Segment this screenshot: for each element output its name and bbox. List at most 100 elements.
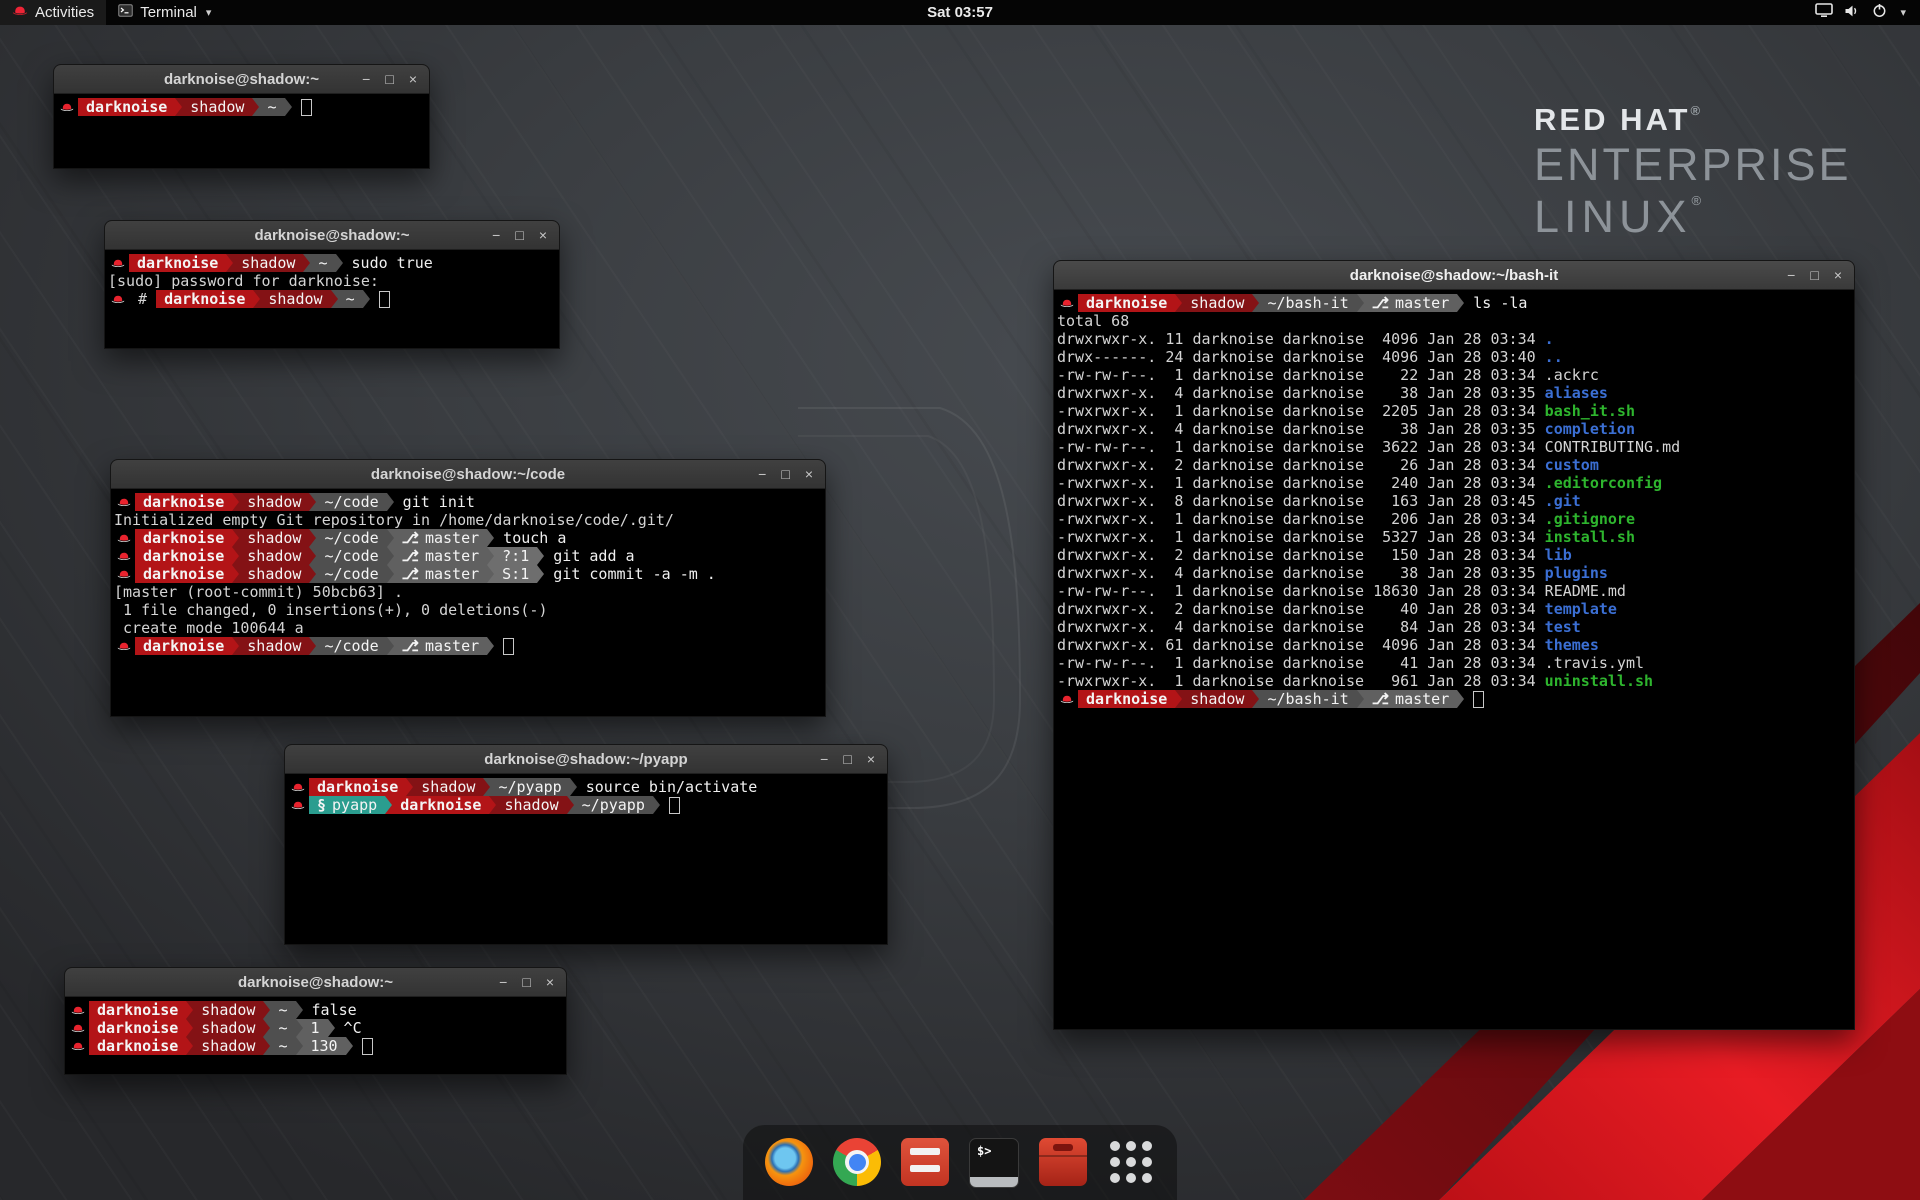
terminal-line: drwxrwxr-x. 4 darknoise darknoise 38 Jan… — [1057, 384, 1852, 402]
terminal-prompt-glyph: $> — [977, 1144, 991, 1158]
prompt-segment-host: shadow — [239, 529, 309, 547]
terminal-line: drwxrwxr-x. 2 darknoise darknoise 40 Jan… — [1057, 600, 1852, 618]
output-text: create mode 100644 a — [114, 619, 304, 637]
firefox-icon[interactable] — [765, 1138, 813, 1186]
terminal-content[interactable]: darknoiseshadow~ — [54, 94, 429, 118]
window-titlebar[interactable]: darknoise@shadow:~/code − □ × — [111, 460, 825, 489]
close-button[interactable]: × — [546, 968, 554, 996]
prompt-segment-user: darknoise — [156, 290, 253, 308]
window-title: darknoise@shadow:~/pyapp — [285, 751, 887, 768]
maximize-button[interactable]: □ — [1810, 261, 1818, 289]
maximize-button[interactable]: □ — [781, 460, 789, 488]
terminal-cursor — [503, 638, 514, 655]
prompt-segment-user: darknoise — [78, 98, 175, 116]
terminal-content[interactable]: darknoiseshadow~ falsedarknoiseshadow~1 … — [65, 997, 566, 1057]
prompt-segment-user: darknoise — [135, 529, 232, 547]
terminal-content[interactable]: darknoiseshadow~/code git initInitialize… — [111, 489, 825, 657]
redhat-icon — [12, 4, 28, 21]
minimize-button[interactable]: − — [499, 968, 507, 996]
file-meta: drwxrwxr-x. 2 darknoise darknoise 26 Jan… — [1057, 456, 1545, 474]
close-button[interactable]: × — [867, 745, 875, 773]
powerline-arrow — [186, 1019, 193, 1037]
close-button[interactable]: × — [539, 221, 547, 249]
branch-icon: ⎇ — [402, 547, 419, 565]
powerline-arrow — [387, 637, 394, 655]
file-name: custom — [1545, 456, 1599, 474]
redhat-prompt-icon — [1060, 294, 1074, 312]
app-menu-terminal[interactable]: Terminal ▾ — [106, 0, 223, 25]
window-titlebar[interactable]: darknoise@shadow:~ − □ × — [65, 968, 566, 997]
powerline-arrow — [336, 254, 343, 272]
file-meta: -rwxrwxr-x. 1 darknoise darknoise 5327 J… — [1057, 528, 1545, 546]
toolbox-icon[interactable] — [1039, 1138, 1087, 1186]
close-button[interactable]: × — [409, 65, 417, 93]
command-text: sudo true — [343, 254, 433, 272]
branch-icon: ⎇ — [402, 637, 419, 655]
minimize-button[interactable]: − — [758, 460, 766, 488]
terminal-line: drwxrwxr-x. 4 darknoise darknoise 38 Jan… — [1057, 420, 1852, 438]
activities-button[interactable]: Activities — [0, 0, 106, 25]
system-tray[interactable]: ▾ — [1801, 0, 1920, 25]
minimize-button[interactable]: − — [492, 221, 500, 249]
window-titlebar[interactable]: darknoise@shadow:~/bash-it − □ × — [1054, 261, 1854, 290]
terminal-line: -rwxrwxr-x. 1 darknoise darknoise 240 Ja… — [1057, 474, 1852, 492]
terminal-content[interactable]: darknoiseshadow~ sudo true[sudo] passwor… — [105, 250, 559, 310]
file-manager-icon[interactable] — [901, 1138, 949, 1186]
powerline-arrow — [1457, 294, 1464, 312]
terminal-line: darknoiseshadow~/code⎇master touch a — [114, 529, 823, 547]
powerline-arrow — [328, 1019, 335, 1037]
file-name: .travis.yml — [1545, 654, 1644, 672]
chrome-icon[interactable] — [833, 1138, 881, 1186]
redhat-prompt-icon — [71, 1037, 85, 1055]
powerline-arrow — [309, 565, 316, 583]
prompt-segment-path: ~ — [338, 290, 363, 308]
powerline-arrow — [331, 290, 338, 308]
maximize-button[interactable]: □ — [385, 65, 393, 93]
prompt-segment-host: shadow — [239, 493, 309, 511]
clock[interactable]: Sat 03:57 — [0, 4, 1920, 21]
terminal-line: [sudo] password for darknoise: — [108, 272, 557, 290]
minimize-button[interactable]: − — [362, 65, 370, 93]
file-meta: -rw-rw-r--. 1 darknoise darknoise 18630 … — [1057, 582, 1545, 600]
powerline-arrow — [309, 547, 316, 565]
maximize-button[interactable]: □ — [515, 221, 523, 249]
terminal-line: darknoiseshadow~1 ^C — [68, 1019, 564, 1037]
file-name: lib — [1545, 546, 1572, 564]
file-meta: drwx------. 24 darknoise darknoise 4096 … — [1057, 348, 1545, 366]
minimize-button[interactable]: − — [1787, 261, 1795, 289]
close-button[interactable]: × — [1834, 261, 1842, 289]
window-titlebar[interactable]: darknoise@shadow:~ − □ × — [54, 65, 429, 94]
chevron-down-icon: ▾ — [206, 6, 212, 19]
window-title: darknoise@shadow:~ — [65, 974, 566, 991]
maximize-button[interactable]: □ — [843, 745, 851, 773]
file-name: .ackrc — [1545, 366, 1599, 384]
redhat-prompt-icon — [111, 290, 125, 308]
prompt-segment-path: ~ — [270, 1019, 295, 1037]
terminal-line: -rw-rw-r--. 1 darknoise darknoise 3622 J… — [1057, 438, 1852, 456]
powerline-arrow — [226, 254, 233, 272]
minimize-button[interactable]: − — [820, 745, 828, 773]
prompt-segment-path: ~/bash-it — [1259, 690, 1356, 708]
terminal-icon[interactable]: $> — [969, 1138, 1019, 1188]
powerline-arrow — [487, 637, 494, 655]
file-name: bash_it.sh — [1545, 402, 1635, 420]
maximize-button[interactable]: □ — [522, 968, 530, 996]
close-button[interactable]: × — [805, 460, 813, 488]
terminal-line: darknoiseshadow~ sudo true — [108, 254, 557, 272]
prompt-segment-path: ~ — [310, 254, 335, 272]
window-titlebar[interactable]: darknoise@shadow:~ − □ × — [105, 221, 559, 250]
prompt-segment-user: darknoise — [89, 1019, 186, 1037]
terminal-content[interactable]: darknoiseshadow~/bash-it⎇master ls -lato… — [1054, 290, 1854, 710]
prompt-segment-user: darknoise — [1078, 690, 1175, 708]
redhat-prompt-icon — [71, 1001, 85, 1019]
app-grid-icon[interactable] — [1107, 1138, 1155, 1186]
file-name: .editorconfig — [1545, 474, 1662, 492]
powerline-arrow — [537, 565, 544, 583]
dock: $> — [743, 1125, 1177, 1200]
terminal-content[interactable]: darknoiseshadow~/pyapp source bin/activa… — [285, 774, 887, 816]
command-text: ^C — [335, 1019, 362, 1037]
powerline-arrow — [263, 1001, 270, 1019]
prompt-segment-git: ⎇master — [1364, 294, 1457, 312]
file-name: .. — [1545, 348, 1563, 366]
window-titlebar[interactable]: darknoise@shadow:~/pyapp − □ × — [285, 745, 887, 774]
